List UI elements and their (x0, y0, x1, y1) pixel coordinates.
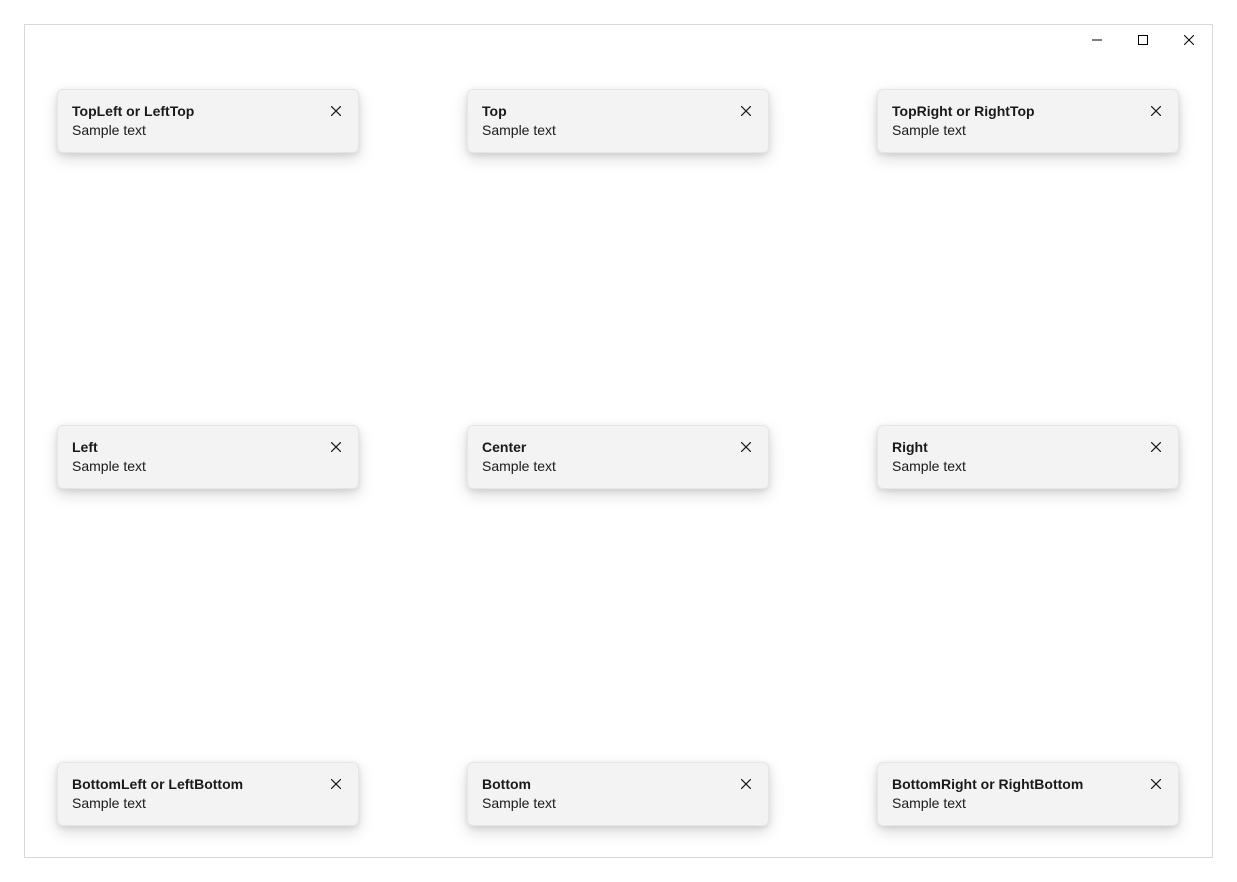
snackbar-title: Center (482, 438, 730, 456)
snackbar-text: Sample text (72, 794, 320, 813)
snackbar-title: TopLeft or LeftTop (72, 102, 320, 120)
snackbar-bottom-right: BottomRight or RightBottom Sample text (877, 762, 1179, 826)
minimize-button[interactable] (1074, 25, 1120, 55)
snackbar-text: Sample text (72, 121, 320, 140)
snackbar-text: Sample text (72, 457, 320, 476)
client-area: TopLeft or LeftTop Sample text Top Sampl… (25, 55, 1212, 857)
snackbar-text: Sample text (482, 794, 730, 813)
snackbar-center: Center Sample text (467, 425, 769, 489)
close-icon[interactable] (328, 103, 344, 119)
snackbar-text: Sample text (892, 457, 1140, 476)
snackbar-top-right: TopRight or RightTop Sample text (877, 89, 1179, 153)
close-icon[interactable] (328, 776, 344, 792)
snackbar-text: Sample text (892, 794, 1140, 813)
snackbar-left: Left Sample text (57, 425, 359, 489)
snackbar-text: Sample text (892, 121, 1140, 140)
snackbar-text: Sample text (482, 457, 730, 476)
snackbar-top-left: TopLeft or LeftTop Sample text (57, 89, 359, 153)
snackbar-bottom-left: BottomLeft or LeftBottom Sample text (57, 762, 359, 826)
snackbar-top: Top Sample text (467, 89, 769, 153)
snackbar-title: TopRight or RightTop (892, 102, 1140, 120)
snackbar-right: Right Sample text (877, 425, 1179, 489)
close-icon[interactable] (328, 439, 344, 455)
snackbar-text: Sample text (482, 121, 730, 140)
close-icon[interactable] (738, 103, 754, 119)
snackbar-title: Bottom (482, 775, 730, 793)
app-window: TopLeft or LeftTop Sample text Top Sampl… (24, 24, 1213, 858)
close-icon[interactable] (738, 776, 754, 792)
snackbar-bottom: Bottom Sample text (467, 762, 769, 826)
titlebar[interactable] (25, 25, 1212, 55)
close-icon[interactable] (738, 439, 754, 455)
snackbar-title: Right (892, 438, 1140, 456)
maximize-button[interactable] (1120, 25, 1166, 55)
close-window-button[interactable] (1166, 25, 1212, 55)
close-icon[interactable] (1148, 776, 1164, 792)
snackbar-title: BottomLeft or LeftBottom (72, 775, 320, 793)
snackbar-title: Top (482, 102, 730, 120)
close-icon[interactable] (1148, 103, 1164, 119)
close-icon[interactable] (1148, 439, 1164, 455)
snackbar-title: BottomRight or RightBottom (892, 775, 1140, 793)
snackbar-title: Left (72, 438, 320, 456)
